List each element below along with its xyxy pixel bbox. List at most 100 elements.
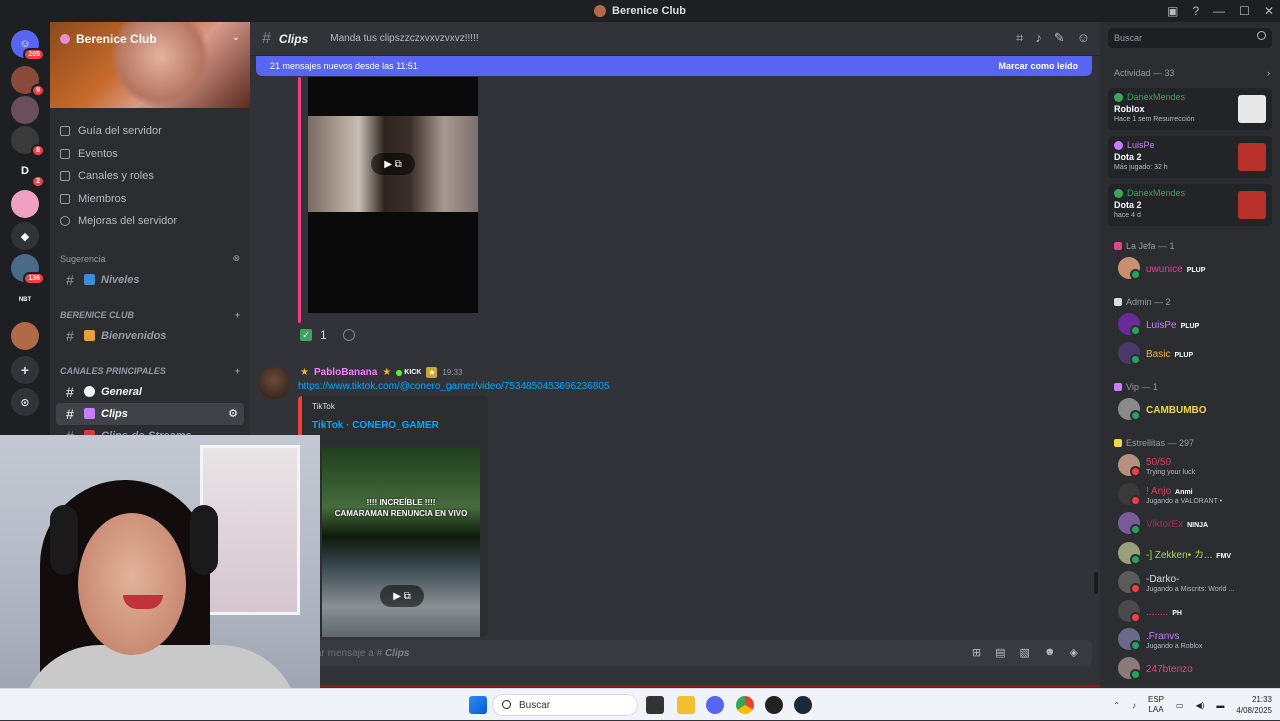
activity-card[interactable]: DanexMendes Roblox Hace 1 sem Resurrecci… [1108, 88, 1272, 130]
server-boost-icon [60, 34, 70, 44]
guild-nbt[interactable]: NBT [11, 286, 39, 314]
play-icon[interactable]: ▶ ⧉ [371, 153, 415, 175]
channel-topic[interactable]: Manda tus clipszzczxvxvzvxvz!!!!! [330, 33, 478, 44]
video-thumbnail[interactable]: !!!! INCREÍBLE !!!! CAMARAMAN RENUNCIA EN… [322, 447, 480, 637]
nav-members[interactable]: Miembros [50, 188, 250, 211]
chevron-up-icon[interactable]: ⌃ [1113, 701, 1120, 710]
message-time: 19:33 [442, 368, 463, 377]
guild-6[interactable]: ◆ [11, 222, 39, 250]
guild-2[interactable] [11, 96, 39, 124]
chrome-icon[interactable] [736, 696, 754, 714]
pin-icon[interactable]: ✎ [1054, 30, 1065, 46]
add-channel-icon[interactable]: + [235, 310, 240, 320]
channel-general[interactable]: # General [56, 381, 244, 403]
member-item[interactable]: 50/50 Trying your luck [1118, 454, 1195, 477]
task-view-icon[interactable] [646, 696, 664, 714]
member-item[interactable]: Basic PLUP [1118, 342, 1193, 365]
bell-icon[interactable]: ♪ [1035, 30, 1042, 46]
sticker-icon[interactable]: ▧ [1020, 646, 1030, 659]
maximize-button[interactable]: ☐ [1239, 4, 1250, 18]
guild-berenice[interactable] [11, 322, 39, 350]
emoji-icon[interactable]: ☻ [1044, 646, 1056, 659]
guild-d[interactable]: D2 [11, 157, 45, 188]
calendar-icon [60, 148, 70, 159]
clock[interactable]: 21:33 4/08/2025 [1236, 694, 1272, 716]
nav-events[interactable]: Eventos [50, 143, 250, 166]
guide-icon [60, 126, 70, 137]
avatar[interactable] [258, 367, 290, 399]
minimize-button[interactable]: — [1213, 4, 1225, 18]
activity-card[interactable]: DanexMendes Dota 2 hace 4 d [1108, 184, 1272, 226]
server-name-button[interactable]: Berenice Club [60, 32, 157, 46]
gift-icon[interactable]: ⊞ [972, 646, 981, 659]
microphone-icon[interactable]: ♪ [1132, 701, 1136, 710]
member-item[interactable]: -] Zekken• カ... FMV [1118, 542, 1231, 565]
mark-as-read-button[interactable]: Marcar como leído [998, 61, 1078, 71]
nav-boosts[interactable]: Mejoras del servidor [50, 210, 250, 233]
close-button[interactable]: ✕ [1264, 4, 1274, 18]
search-input[interactable]: Buscar [1108, 28, 1272, 48]
embed-title[interactable]: TikTok · CONERO_GAMER [312, 420, 439, 431]
guild-7[interactable]: 136 [11, 254, 45, 285]
message-link[interactable]: https://www.tiktok.com/@conero_gamer/vid… [298, 381, 609, 392]
embed-provider: TikTok [312, 402, 335, 411]
boost-icon [60, 216, 70, 227]
add-server-icon[interactable]: + [11, 356, 39, 384]
category-canales-principales[interactable]: CANALES PRINCIPALES + [50, 361, 250, 381]
channel-bienvenidos[interactable]: # Bienvenidos [56, 325, 244, 347]
discord-icon[interactable] [706, 696, 724, 714]
file-explorer-icon[interactable] [677, 696, 695, 714]
chevron-down-icon[interactable]: ⌄ [232, 32, 240, 43]
channel-clips[interactable]: # Clips ⚙ [56, 402, 244, 425]
add-channel-icon[interactable]: + [235, 366, 240, 376]
guild-1[interactable]: 9 [11, 66, 45, 97]
threads-icon[interactable]: ⌗ [1016, 30, 1023, 46]
chevron-right-icon[interactable]: › [1267, 68, 1270, 78]
new-messages-bar[interactable]: 21 mensajes nuevos desde las 11:51 Marca… [256, 56, 1092, 76]
member-item[interactable]: uwunice PLUP [1118, 257, 1205, 280]
game-icon[interactable]: ◈ [1070, 646, 1078, 659]
webcam-overlay [0, 435, 320, 720]
add-reaction-icon[interactable] [342, 329, 355, 341]
network-icon[interactable]: ▭ [1176, 701, 1184, 710]
inbox-icon[interactable]: ▣ [1167, 4, 1178, 18]
message-author[interactable]: PabloBanana [314, 367, 377, 378]
guild-kitty[interactable] [11, 190, 39, 218]
member-item[interactable]: .Franvs Jugando a Roblox [1118, 628, 1202, 651]
nav-channels-roles[interactable]: Canales y roles [50, 165, 250, 188]
settings-icon[interactable]: ⚙ [228, 407, 238, 420]
member-item[interactable]: -Darko- Jugando a Miscrits: World ... [1118, 571, 1234, 594]
windows-start-icon[interactable] [469, 696, 487, 714]
help-icon[interactable]: ? [1192, 4, 1199, 18]
member-item[interactable]: LuisPe PLUP [1118, 313, 1199, 336]
activity-card[interactable]: LuisPe Dota 2 Más jugado: 32 h [1108, 136, 1272, 178]
check-reaction-icon[interactable]: ✓ [300, 329, 312, 341]
member-item[interactable]: 247btenzo [1118, 657, 1193, 680]
close-icon[interactable]: ⊗ [232, 253, 240, 264]
server-banner: Berenice Club ⌄ [50, 22, 250, 108]
category-berenice-club[interactable]: BERENICE CLUB + [50, 305, 250, 325]
discover-icon[interactable]: ⊙ [11, 388, 39, 416]
taskbar-search[interactable]: Buscar [492, 694, 638, 716]
dota-icon [1238, 143, 1266, 171]
member-item[interactable]: ........ PH [1118, 600, 1182, 623]
battery-icon[interactable]: ▬ [1216, 701, 1224, 710]
play-icon[interactable]: ▶ ⧉ [380, 585, 424, 607]
guild-3[interactable]: 8 [11, 126, 45, 157]
category-sugerencia[interactable]: Sugerencia ⊗ [50, 249, 250, 269]
volume-icon[interactable]: ◀) [1196, 701, 1205, 710]
steam-icon[interactable] [794, 696, 812, 714]
members-list-icon[interactable]: ☺ [1077, 30, 1090, 46]
language-indicator[interactable]: ESP LAA [1148, 695, 1164, 715]
member-item[interactable]: CAMBUMBO [1118, 398, 1207, 421]
message-input[interactable]: ar mensaje a # Clips ⊞ ▤ ▧ ☻ ◈ [266, 640, 1092, 666]
member-item[interactable]: ViktorEx NINJA [1118, 512, 1208, 535]
channel-niveles[interactable]: # Niveles [56, 269, 244, 291]
hash-icon: # [66, 327, 74, 344]
gif-icon[interactable]: ▤ [995, 646, 1005, 659]
obs-icon[interactable] [765, 696, 783, 714]
scrollbar[interactable] [1094, 572, 1098, 594]
discord-home-icon[interactable]: ☺ 205 [11, 30, 45, 61]
member-item[interactable]: ! Anjo Anmi Jugando a VALORANT • [1118, 483, 1222, 506]
nav-server-guide[interactable]: Guía del servidor [50, 120, 250, 143]
